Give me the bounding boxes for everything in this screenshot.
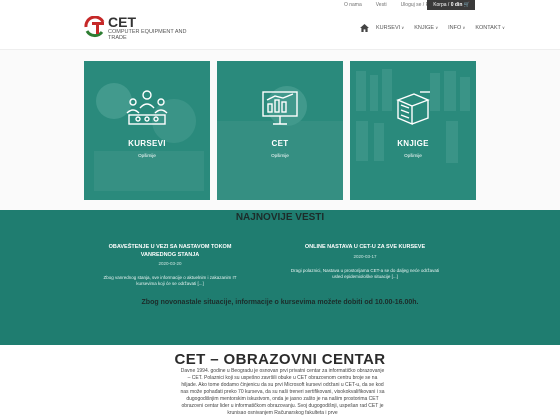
site-logo[interactable]: CET COMPUTER EQUIPMENT AND TRADE — [84, 14, 198, 41]
news-item-title[interactable]: ONLINE NASTAVA U CET-U ZA SVE KURSEVE — [290, 244, 440, 252]
logo-subtitle: COMPUTER EQUIPMENT AND TRADE — [108, 29, 187, 41]
news-item-excerpt: Dragi polaznici, Nastava u prostorijama … — [290, 267, 440, 279]
books-icon — [396, 91, 430, 126]
news-section: NAJNOVIJE VESTI OBAVEŠTENJE U VEZI SA NA… — [0, 210, 560, 345]
tile-cet[interactable]: CET Opširnije — [217, 61, 343, 200]
nav-knjige[interactable]: KNJIGE — [414, 25, 438, 31]
cart-label: Korpa / — [433, 2, 450, 8]
news-item-date: 2020-03-20 — [158, 261, 182, 266]
cart-button[interactable]: Korpa / 0 din 🛒 — [427, 0, 475, 10]
top-utility-bar: O nama Vesti Uloguj se / Registruj se f … — [0, 0, 560, 10]
classroom-photo-bg — [94, 83, 204, 191]
about-paragraph: Davne 1994. godine u Beogradu je osnovan… — [180, 368, 385, 416]
tile-kursevi-title: KURSEVI — [128, 139, 166, 148]
logo-name: CET — [108, 14, 136, 30]
tile-knjige[interactable]: KNJIGE Opširnije — [350, 61, 476, 200]
tile-knjige-more[interactable]: Opširnije — [350, 153, 476, 158]
presentation-icon — [262, 91, 298, 125]
news-item[interactable]: OBAVEŠTENJE U VEZI SA NASTAVOM TOKOM VAN… — [95, 244, 245, 287]
hours-notice: Zbog novonastale situacije, informacije … — [141, 299, 419, 306]
tile-kursevi-more[interactable]: Opširnije — [84, 153, 210, 158]
tile-cet-title: CET — [271, 139, 289, 148]
nav-info[interactable]: INFO — [448, 25, 465, 31]
nav-kursevi[interactable]: KURSEVI — [376, 25, 404, 31]
site-header: CET COMPUTER EQUIPMENT AND TRADE KURSEVI… — [0, 10, 560, 50]
cet-logo-icon — [84, 16, 105, 38]
office-photo-bg — [217, 86, 343, 200]
about-section: CET – OBRAZOVNI CENTAR Davne 1994. godin… — [0, 345, 560, 420]
main-nav: KURSEVI KNJIGE INFO KONTAKT — [360, 24, 515, 32]
tile-cet-more[interactable]: Opširnije — [217, 153, 343, 158]
about-heading: CET – OBRAZOVNI CENTAR — [174, 351, 386, 368]
nav-kontakt[interactable]: KONTAKT — [475, 25, 505, 31]
tile-kursevi[interactable]: KURSEVI Opširnije — [84, 61, 210, 200]
home-icon[interactable] — [360, 24, 369, 32]
cart-value: 0 din — [450, 2, 463, 8]
news-item-excerpt: Zbog vanrednog stanja, sve informacije o… — [103, 275, 237, 286]
cart-icon: 🛒 — [463, 2, 470, 8]
news-heading: NAJNOVIJE VESTI — [235, 212, 325, 223]
about-link[interactable]: O nama — [344, 2, 362, 8]
bookshelf-photo-bg — [356, 69, 470, 163]
news-link[interactable]: Vesti — [376, 2, 387, 8]
students-icon — [126, 90, 168, 125]
news-item-title[interactable]: OBAVEŠTENJE U VEZI SA NASTAVOM TOKOM VAN… — [95, 244, 245, 259]
hero-section: KURSEVI Opširnije CET Opširnije KNJIGE O… — [0, 50, 560, 210]
tile-knjige-title: KNJIGE — [397, 139, 429, 148]
news-item-date: 2020-03-17 — [353, 253, 377, 259]
news-item[interactable]: ONLINE NASTAVA U CET-U ZA SVE KURSEVE 20… — [290, 244, 440, 280]
